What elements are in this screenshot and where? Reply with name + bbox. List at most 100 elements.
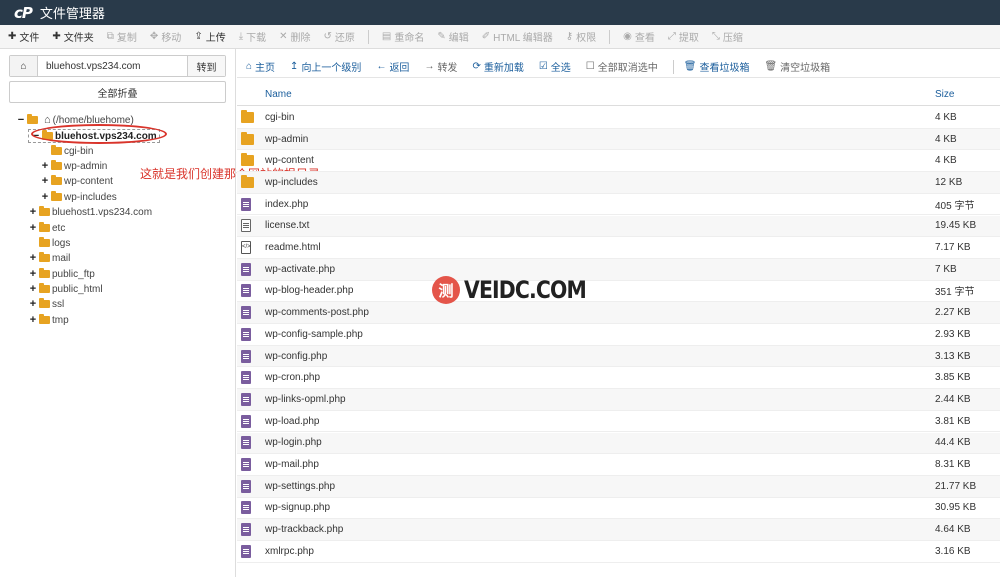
table-row[interactable]: wp-load.php 3.81 KB — [237, 411, 1000, 433]
file-name: wp-config.php — [265, 350, 328, 362]
table-row[interactable]: </> readme.html 7.17 KB — [237, 237, 1000, 259]
table-row[interactable]: wp-mail.php 8.31 KB — [237, 454, 1000, 476]
toolbar-button[interactable]: ↺ 还原 — [324, 29, 355, 44]
table-row[interactable]: wp-signup.php 30.95 KB — [237, 498, 1000, 520]
home-icon[interactable]: ⌂ — [10, 56, 38, 76]
file-name: wp-links-opml.php — [265, 393, 346, 405]
nav-button[interactable]: ↥ 向上一个级别 — [290, 59, 361, 74]
toolbar-button[interactable]: ⤓ 下载 — [239, 29, 266, 44]
nav-button[interactable]: ☐ 全部取消选中 — [586, 59, 658, 74]
key-icon: ⚷ — [565, 31, 574, 42]
toolbar-button[interactable]: ⇪ 上传 — [194, 29, 225, 44]
nav-button[interactable]: 🗑 查看垃圾箱 — [684, 59, 750, 74]
toolbar-button[interactable]: ◉ 查看 — [623, 29, 655, 44]
table-header: Name Size — [237, 84, 1000, 106]
file-size: 21.77 KB — [935, 480, 977, 492]
table-row[interactable]: wp-activate.php 7 KB — [237, 258, 1000, 281]
expand-icon[interactable]: + — [28, 268, 38, 280]
column-name-header[interactable]: Name — [265, 89, 292, 100]
toolbar-button-label: 重命名 — [394, 33, 425, 44]
table-row[interactable]: wp-trackback.php 4.64 KB — [237, 519, 1000, 541]
expand-icon[interactable]: + — [40, 160, 50, 172]
table-row[interactable]: wp-config-sample.php 2.93 KB — [237, 324, 1000, 346]
tree-item[interactable]: + bluehost1.vps234.com — [28, 205, 152, 219]
nav-button[interactable]: 🗑 清空垃圾箱 — [764, 59, 830, 74]
toolbar-button[interactable]: ⤢ 提取 — [668, 29, 699, 44]
nav-button[interactable]: ⟳ 重新加载 — [472, 59, 523, 74]
toolbar-button[interactable]: ✐ HTML 编辑器 — [482, 29, 553, 44]
table-row[interactable]: wp-content 4 KB — [237, 150, 1000, 173]
toolbar-button[interactable]: ✚ 文件 — [8, 29, 39, 44]
file-name: xmlrpc.php — [265, 545, 314, 557]
go-button[interactable]: 转到 — [187, 56, 225, 76]
toolbar-button[interactable]: ⚷ 权限 — [566, 29, 596, 44]
tree-item[interactable]: + wp-admin — [40, 159, 107, 173]
nav-button[interactable]: ⌂ 主页 — [246, 59, 275, 74]
file-name: wp-settings.php — [265, 480, 336, 492]
toolbar-button[interactable]: ✚ 文件夹 — [52, 29, 93, 44]
expand-icon[interactable]: + — [28, 283, 38, 295]
tree-item[interactable]: + wp-includes — [40, 190, 117, 204]
folder-icon — [39, 298, 50, 308]
file-table: Name Size cgi-bin 4 KB wp-admin 4 KB wp-cont… — [237, 84, 1000, 563]
file-size: 3.81 KB — [935, 415, 971, 427]
table-row[interactable]: wp-settings.php 21.77 KB — [237, 475, 1000, 498]
table-row[interactable]: wp-comments-post.php 2.27 KB — [237, 302, 1000, 324]
nav-button[interactable]: ☑ 全选 — [539, 59, 571, 74]
toolbar-button[interactable]: ▤ 重命名 — [382, 29, 424, 44]
toolbar-button-label: 压缩 — [722, 33, 743, 44]
address-input[interactable]: bluehost.vps234.com — [38, 56, 187, 76]
tree-item[interactable]: + public_html — [28, 282, 103, 296]
folder-icon — [39, 206, 50, 216]
expand-icon[interactable]: + — [40, 191, 50, 203]
expand-icon[interactable]: + — [40, 175, 50, 187]
tree-item[interactable]: logs — [38, 236, 70, 250]
collapse-all-button[interactable]: 全部折叠 — [9, 81, 226, 103]
tree-item-label: public_ftp — [52, 268, 95, 280]
cpanel-logo[interactable]: cP — [14, 4, 33, 22]
file-size: 4 KB — [935, 111, 957, 123]
nav-button[interactable]: ← 返回 — [376, 59, 409, 74]
folder-icon — [51, 191, 62, 201]
nav-button-label: 向上一个级别 — [301, 63, 362, 74]
table-row[interactable]: wp-links-opml.php 2.44 KB — [237, 389, 1000, 411]
table-row[interactable]: wp-login.php 44.4 KB — [237, 432, 1000, 455]
file-name: wp-activate.php — [265, 263, 336, 275]
expand-icon[interactable]: + — [28, 252, 38, 264]
table-row[interactable]: wp-admin 4 KB — [237, 128, 1000, 151]
tree-item[interactable]: + ssl — [28, 297, 64, 311]
toolbar-button[interactable]: ✥ 移动 — [150, 29, 181, 44]
tree-item[interactable]: + wp-content — [40, 174, 113, 188]
html-editor-icon: ✐ — [481, 31, 491, 42]
reload-icon: ⟳ — [472, 61, 481, 72]
table-row[interactable]: wp-includes 12 KB — [237, 172, 1000, 194]
expand-icon[interactable]: + — [28, 314, 38, 326]
tree-item[interactable]: + etc — [28, 221, 65, 235]
nav-button[interactable]: → 转发 — [424, 59, 457, 74]
toolbar-button-label: 文件夹 — [63, 33, 94, 44]
nav-button-label: 重新加载 — [483, 63, 524, 74]
expand-icon[interactable]: + — [28, 206, 38, 218]
collapse-icon[interactable]: − — [16, 114, 26, 126]
tree-item[interactable]: + mail — [28, 251, 70, 265]
toolbar-button[interactable]: ✕ 删除 — [279, 29, 310, 44]
table-row[interactable]: license.txt 19.45 KB — [237, 215, 1000, 238]
file-name: wp-trackback.php — [265, 524, 344, 536]
table-row[interactable]: wp-config.php 3.13 KB — [237, 345, 1000, 368]
expand-icon[interactable]: + — [28, 222, 38, 234]
expand-icon[interactable]: + — [28, 298, 38, 310]
toolbar-button[interactable]: ⧉ 复制 — [107, 29, 137, 44]
tree-item[interactable]: + public_ftp — [28, 267, 95, 281]
tree-item-label: bluehost1.vps234.com — [52, 206, 153, 218]
table-row[interactable]: wp-blog-header.php 351 字节 — [237, 281, 1000, 303]
tree-item[interactable]: + tmp — [28, 313, 69, 327]
file-name: wp-blog-header.php — [265, 285, 354, 297]
column-size-header[interactable]: Size — [935, 89, 954, 100]
toolbar-button[interactable]: ⤡ 压缩 — [712, 29, 743, 44]
table-row[interactable]: index.php 405 字节 — [237, 194, 1000, 216]
table-row[interactable]: xmlrpc.php 3.16 KB — [237, 541, 1000, 563]
toolbar-button[interactable]: ✎ 编辑 — [437, 29, 468, 44]
table-row[interactable]: wp-cron.php 3.85 KB — [237, 367, 1000, 390]
tree-item[interactable]: cgi-bin — [50, 144, 93, 158]
table-row[interactable]: cgi-bin 4 KB — [237, 107, 1000, 129]
